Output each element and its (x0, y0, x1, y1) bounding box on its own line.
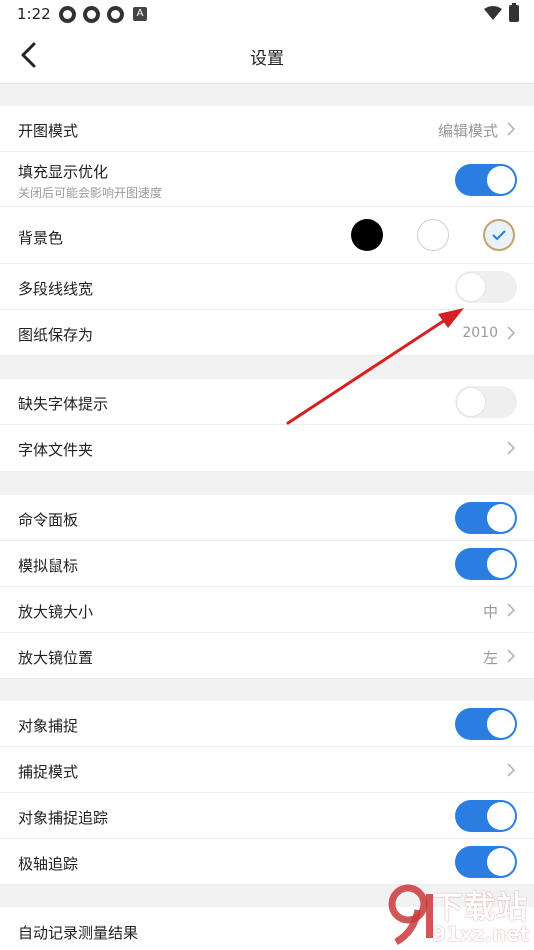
91-logo-icon (388, 884, 433, 946)
site-watermark: 下载站 91xz.net (384, 880, 534, 950)
watermark-domain: 91xz.net (432, 922, 530, 946)
watermark-title: 下载站 (432, 890, 528, 926)
red-arrow-annotation (286, 308, 464, 425)
